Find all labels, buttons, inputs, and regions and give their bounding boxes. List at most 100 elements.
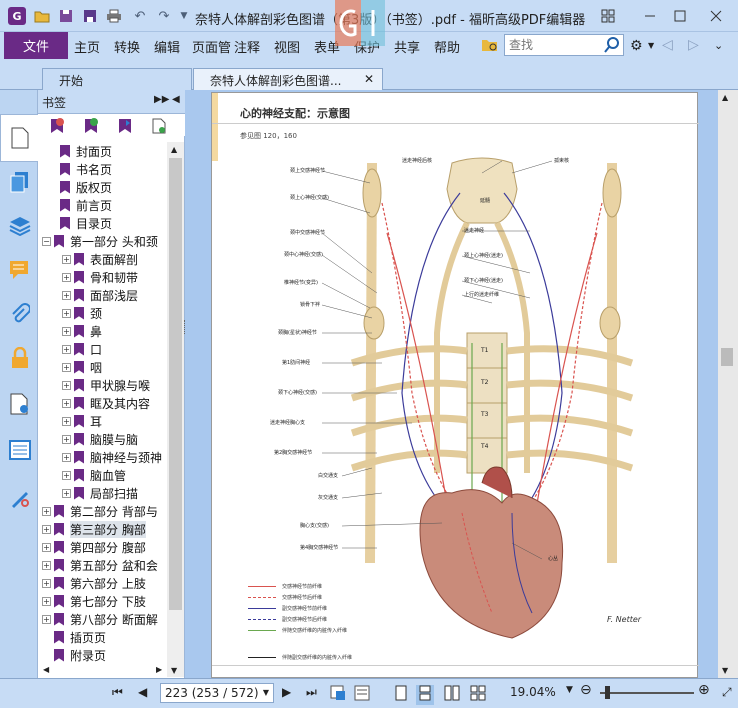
expand-icon[interactable]: + <box>42 524 51 534</box>
single-page-icon[interactable] <box>394 685 408 705</box>
prev-result-icon[interactable]: ◁ <box>662 37 673 53</box>
maximize-icon[interactable] <box>672 8 688 24</box>
zoom-slider-track[interactable] <box>600 692 694 694</box>
expand-icon[interactable]: + <box>62 488 71 498</box>
close-tab-button[interactable]: ✕ <box>364 72 374 86</box>
bookmark-item[interactable]: + 脑血管 <box>62 466 126 484</box>
expand-icon[interactable]: + <box>42 596 51 606</box>
bookmark-scroll-thumb[interactable] <box>169 158 182 610</box>
bookmark-item[interactable]: 版权页 <box>48 178 112 196</box>
document-scrollbar[interactable] <box>718 90 738 678</box>
redo-icon[interactable]: ↷ <box>156 8 172 24</box>
fullscreen-icon[interactable]: ⤢ <box>722 685 732 700</box>
comments-icon[interactable] <box>8 258 32 282</box>
scroll-down-icon[interactable]: ▼ <box>722 666 728 675</box>
tab-help[interactable]: 帮助 <box>434 37 460 56</box>
bookmark-item[interactable]: 附录页 <box>42 646 106 664</box>
tab-page-manage[interactable]: 页面管 <box>192 37 232 56</box>
scroll-up-icon[interactable]: ▲ <box>722 93 728 102</box>
restore-layout-icon[interactable] <box>600 8 616 24</box>
first-page-icon[interactable]: ⏮ <box>112 685 123 700</box>
bookmark-item[interactable]: + 骨和韧带 <box>62 268 138 286</box>
bookmark-item[interactable]: + 颈 <box>62 304 102 322</box>
search-icon[interactable] <box>604 37 620 56</box>
bookmark-page-icon[interactable] <box>152 118 166 137</box>
gear-icon[interactable]: ⚙ <box>630 38 643 54</box>
customize-chevron-icon[interactable]: ▼ <box>176 8 192 24</box>
bookmark-item[interactable]: 书名页 <box>48 160 112 178</box>
tab-view[interactable]: 视图 <box>274 37 300 56</box>
next-page-icon[interactable]: ▶ <box>282 685 291 699</box>
bookmark-item[interactable]: + 第七部分 下肢 <box>42 592 146 610</box>
save-icon[interactable] <box>58 8 74 24</box>
bm-scroll-down-icon[interactable]: ▼ <box>171 666 177 675</box>
bookmark-arrow-icon[interactable] <box>118 118 132 137</box>
collapse-ribbon-icon[interactable]: ⌄ <box>714 39 723 52</box>
expand-icon[interactable]: + <box>42 542 51 552</box>
add-bookmark-icon[interactable] <box>84 118 98 137</box>
page-icon[interactable] <box>8 126 32 150</box>
bm-scroll-up-icon[interactable]: ▲ <box>171 145 177 154</box>
expand-icon[interactable]: + <box>42 506 51 516</box>
tab-start[interactable]: 开始 <box>42 68 192 90</box>
zoom-slider-handle[interactable] <box>605 686 610 699</box>
bookmark-item[interactable]: + 第四部分 腹部 <box>42 538 146 556</box>
expand-icon[interactable]: + <box>62 434 71 444</box>
bookmark-item[interactable]: + 局部扫描 <box>62 484 138 502</box>
expand-icon[interactable]: + <box>62 326 71 336</box>
bookmark-item[interactable]: + 表面解剖 <box>62 250 138 268</box>
expand-icon[interactable]: + <box>62 398 71 408</box>
thumbnails-icon[interactable] <box>8 170 32 194</box>
tab-convert[interactable]: 转换 <box>114 37 140 56</box>
bookmark-item[interactable]: − 第一部分 头和颈 <box>42 232 158 250</box>
settings-chevron-icon[interactable]: ▼ <box>648 41 654 50</box>
delete-bookmark-icon[interactable] <box>50 118 64 137</box>
bookmark-item[interactable]: + 耳 <box>62 412 102 430</box>
expand-icon[interactable]: + <box>62 290 71 300</box>
file-menu-button[interactable]: 文件 <box>4 32 68 59</box>
prev-page-icon[interactable]: ◀ <box>138 685 147 699</box>
bm-scroll-right-icon[interactable]: ▶ <box>156 665 162 674</box>
tab-document[interactable]: 奈特人体解剖彩色图谱... <box>193 68 383 90</box>
open-icon[interactable] <box>34 8 50 24</box>
document-scroll-thumb[interactable] <box>721 348 733 366</box>
form-fields-icon[interactable] <box>8 438 32 462</box>
lock-icon[interactable] <box>8 346 32 370</box>
print-icon[interactable] <box>106 8 122 24</box>
expand-icon[interactable]: + <box>42 560 51 570</box>
reflow-icon[interactable] <box>354 685 370 705</box>
bookmark-item[interactable]: 前言页 <box>48 196 112 214</box>
zoom-in-icon[interactable]: ⊕ <box>698 682 710 698</box>
expand-icon[interactable]: + <box>62 308 71 318</box>
expand-icon[interactable]: + <box>62 416 71 426</box>
folder-search-icon[interactable] <box>481 37 499 56</box>
attachment-icon[interactable] <box>8 302 32 326</box>
layers-icon[interactable] <box>8 214 32 238</box>
expand-panel-icon[interactable]: ▶▶ <box>154 94 169 105</box>
view-page-icon[interactable] <box>330 685 346 705</box>
bm-scroll-left-icon[interactable]: ◀ <box>43 665 49 674</box>
tab-home[interactable]: 主页 <box>74 37 100 56</box>
collapse-icon[interactable]: − <box>42 236 51 246</box>
last-page-icon[interactable]: ⏭ <box>306 685 317 700</box>
expand-icon[interactable]: + <box>62 470 71 480</box>
bookmark-item[interactable]: + 第五部分 盆和会 <box>42 556 158 574</box>
expand-icon[interactable]: + <box>62 452 71 462</box>
tab-share[interactable]: 共享 <box>394 37 420 56</box>
expand-icon[interactable]: + <box>62 362 71 372</box>
bookmark-item[interactable]: + 第六部分 上肢 <box>42 574 146 592</box>
continuous-facing-icon[interactable] <box>470 685 486 705</box>
bookmark-item[interactable]: 封面页 <box>48 142 112 160</box>
foxit-logo-icon[interactable]: G <box>8 7 26 25</box>
bookmark-item[interactable]: + 第八部分 断面解 <box>42 610 158 628</box>
collapse-panel-icon[interactable]: ◀ <box>172 94 180 105</box>
tab-edit[interactable]: 编辑 <box>154 37 180 56</box>
signature-icon[interactable] <box>8 486 32 510</box>
document-properties-icon[interactable] <box>8 392 32 416</box>
facing-page-icon[interactable] <box>444 685 460 705</box>
minimize-icon[interactable] <box>642 8 658 24</box>
bookmark-item[interactable]: + 口 <box>62 340 102 358</box>
undo-icon[interactable]: ↶ <box>132 8 148 24</box>
bookmark-item[interactable]: + 咽 <box>62 358 102 376</box>
expand-icon[interactable]: + <box>42 578 51 588</box>
